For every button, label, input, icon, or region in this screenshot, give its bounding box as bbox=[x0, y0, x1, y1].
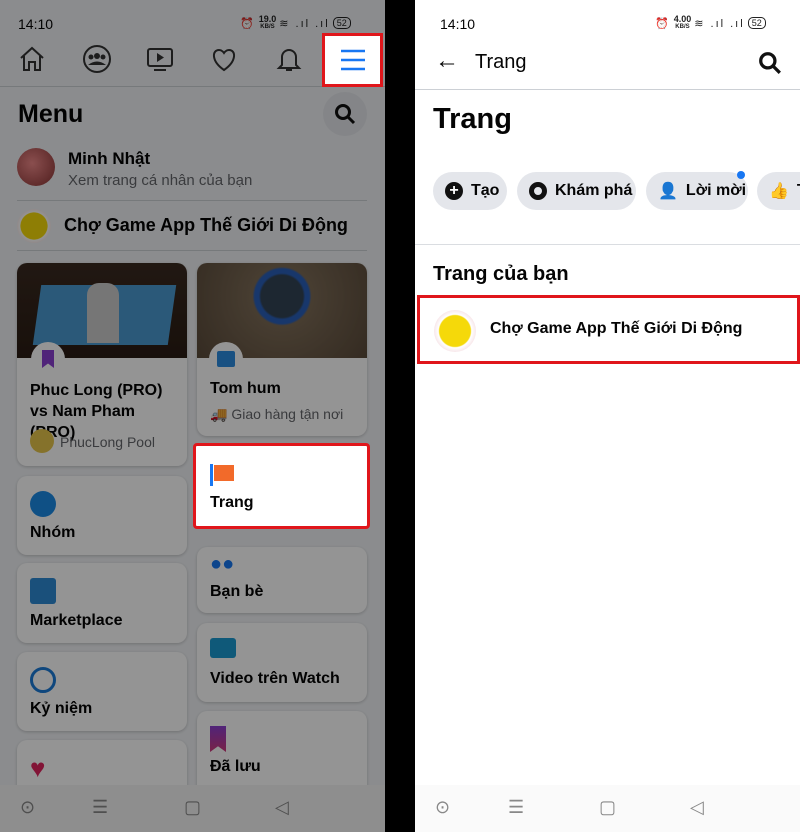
back-arrow-icon[interactable]: ← bbox=[435, 48, 459, 74]
home-button[interactable]: ▢ bbox=[599, 797, 616, 818]
like-icon: 👍 bbox=[769, 183, 789, 200]
invites-chip[interactable]: 👤 Lời mời bbox=[646, 171, 748, 210]
liked-chip[interactable]: 👍T bbox=[757, 172, 800, 210]
flag-icon bbox=[210, 464, 213, 486]
section-title: Trang của bạn bbox=[433, 263, 569, 285]
pages-screen: 14:10 ⏰ 4.00 KB/S ≋ .ıl .ıl 52 ← Trang Tr… bbox=[415, 0, 800, 832]
header-title: Trang bbox=[475, 51, 527, 73]
recents-menu-button[interactable]: ☰ bbox=[508, 797, 524, 818]
divider bbox=[415, 89, 800, 90]
page-avatar bbox=[434, 310, 476, 352]
chip-label: Tạo bbox=[471, 182, 500, 199]
plus-circle-icon: + bbox=[445, 182, 463, 200]
chip-label: Lời mời bbox=[685, 182, 747, 199]
battery: 52 bbox=[747, 17, 766, 29]
status-time: 14:10 bbox=[440, 16, 476, 32]
shortcut-label: Trang bbox=[210, 494, 254, 511]
shortcut-pages[interactable]: Trang bbox=[193, 443, 370, 529]
status-icons: ⏰ 4.00 KB/S ≋ .ıl .ıl 52 bbox=[655, 15, 766, 31]
alarm-icon: ⏰ bbox=[655, 17, 671, 30]
create-chip[interactable]: + Tạo bbox=[433, 172, 507, 210]
system-nav-bar: ⊙ ☰ ▢ ◁ bbox=[415, 785, 800, 832]
back-button[interactable]: ◁ bbox=[690, 797, 704, 818]
menu-icon bbox=[341, 49, 365, 71]
divider bbox=[415, 244, 800, 245]
net-speed-value: 4.00 bbox=[673, 14, 692, 24]
page-list-item[interactable]: Chợ Game App Thế Giới Di Động bbox=[417, 295, 800, 364]
net-speed-unit: KB/S bbox=[675, 24, 690, 30]
dim-overlay bbox=[0, 0, 385, 832]
notification-dot bbox=[737, 171, 745, 179]
search-icon[interactable] bbox=[758, 51, 782, 75]
page-title: Trang bbox=[433, 103, 512, 135]
compass-icon bbox=[529, 182, 547, 200]
signal-icons: ≋ .ıl .ıl bbox=[694, 17, 745, 30]
discover-chip[interactable]: Khám phá bbox=[517, 172, 636, 210]
page-name: Chợ Game App Thế Giới Di Động bbox=[490, 320, 743, 337]
menu-button[interactable] bbox=[322, 33, 383, 87]
net-speed: 4.00 KB/S bbox=[674, 15, 692, 31]
add-person-icon: 👤 bbox=[658, 183, 678, 200]
flag-cloth bbox=[214, 465, 234, 481]
assistant-button[interactable]: ⊙ bbox=[435, 797, 450, 818]
chip-label: Khám phá bbox=[555, 182, 633, 199]
